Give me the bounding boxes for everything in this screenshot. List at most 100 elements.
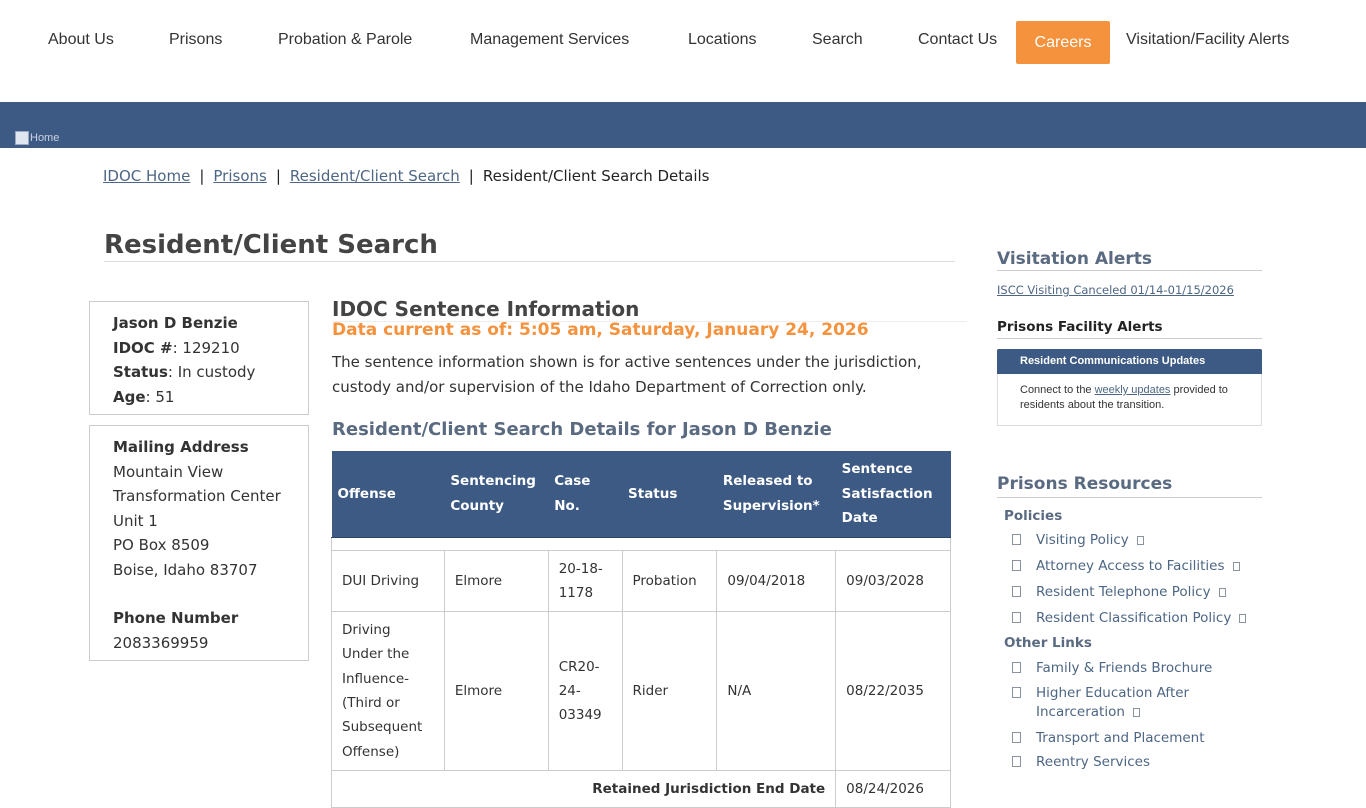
document-icon bbox=[1012, 560, 1021, 571]
resident-telephone-policy-link[interactable]: Resident Telephone Policy bbox=[1012, 583, 1262, 602]
cell-case-no: CR20-24-03349 bbox=[547, 611, 623, 771]
column-header-sentence-satisfaction-date: Sentence Satisfaction Date bbox=[835, 451, 951, 538]
address-line: PO Box 8509 bbox=[113, 536, 210, 554]
document-icon bbox=[1012, 534, 1021, 545]
prisons-resources-heading: Prisons Resources bbox=[997, 474, 1262, 498]
resource-link-label: Family & Friends Brochure bbox=[1036, 660, 1213, 676]
cell-status: Rider bbox=[621, 611, 718, 771]
retained-jurisdiction-date: 08/24/2026 bbox=[835, 769, 951, 808]
person-name: Jason D Benzie bbox=[113, 314, 238, 332]
column-header-sentencing-county: Sentencing County bbox=[444, 451, 549, 538]
home-logo-link[interactable]: Home bbox=[15, 131, 59, 145]
nav-about-us[interactable]: About Us bbox=[48, 31, 114, 49]
resource-link-label: Resident Classification Policy bbox=[1036, 610, 1232, 626]
document-icon bbox=[1012, 612, 1021, 623]
resource-link-label: Attorney Access to Facilities bbox=[1036, 558, 1225, 574]
search-details-title: Resident/Client Search Details for Jason… bbox=[332, 419, 832, 440]
mailing-address-box: Mailing Address Mountain View Transforma… bbox=[89, 425, 309, 661]
policies-group-label: Policies bbox=[1004, 508, 1063, 524]
resource-link-label: Resident Telephone Policy bbox=[1036, 584, 1211, 600]
cell-county: Elmore bbox=[443, 549, 549, 613]
other-links-group-label: Other Links bbox=[1004, 635, 1092, 651]
column-header-status: Status bbox=[622, 451, 717, 538]
resident-communications-body: Connect to the weekly updates provided t… bbox=[998, 374, 1261, 413]
table-row: Driving Under the Influence-(Third or Su… bbox=[331, 611, 951, 771]
document-icon bbox=[1012, 687, 1021, 698]
nav-probation-parole[interactable]: Probation & Parole bbox=[278, 31, 412, 49]
cell-offense: DUI Driving bbox=[331, 549, 445, 613]
retained-jurisdiction-row: Retained Jurisdiction End Date 08/24/202… bbox=[330, 769, 951, 808]
nav-search[interactable]: Search bbox=[812, 31, 863, 49]
table-spacer-row bbox=[331, 536, 951, 551]
resident-communications-header[interactable]: Resident Communications Updates bbox=[997, 349, 1262, 374]
external-link-icon bbox=[1232, 562, 1240, 571]
phone-number-value: 2083369959 bbox=[113, 633, 209, 652]
phone-number-label: Phone Number bbox=[113, 609, 239, 627]
top-navigation: About Us Prisons Probation & Parole Mana… bbox=[0, 0, 1366, 102]
column-header-released-to-supervision: Released to Supervision* bbox=[716, 451, 836, 538]
document-icon bbox=[1012, 586, 1021, 597]
cell-offense: Driving Under the Influence-(Third or Su… bbox=[331, 611, 445, 771]
cell-county: Elmore bbox=[443, 611, 549, 771]
cell-satisfaction-date: 08/22/2035 bbox=[835, 611, 951, 771]
cell-released: 09/04/2018 bbox=[716, 549, 837, 613]
breadcrumb-separator: | bbox=[275, 167, 281, 185]
address-line: Mountain View bbox=[113, 462, 224, 481]
external-link-icon bbox=[1136, 536, 1144, 545]
transport-placement-link[interactable]: Transport and Placement bbox=[1012, 729, 1262, 748]
resource-link-label: Higher Education After Incarceration bbox=[1036, 685, 1190, 720]
breadcrumb-resident-client-search[interactable]: Resident/Client Search bbox=[290, 167, 460, 185]
nav-locations[interactable]: Locations bbox=[688, 31, 757, 49]
resource-link-label: Visiting Policy bbox=[1036, 532, 1129, 548]
breadcrumb: IDOC Home | Prisons | Resident/Client Search… bbox=[103, 167, 710, 185]
reentry-services-link[interactable]: Reentry Services bbox=[1012, 753, 1262, 772]
age-label: Age bbox=[113, 387, 146, 406]
status-value: In custody bbox=[177, 363, 256, 381]
attorney-access-link[interactable]: Attorney Access to Facilities bbox=[1012, 557, 1262, 576]
facility-alerts-heading: Prisons Facility Alerts bbox=[997, 319, 1262, 339]
broken-image-icon bbox=[15, 131, 29, 145]
idoc-number-label: IDOC # bbox=[113, 338, 173, 357]
cell-released: N/A bbox=[716, 611, 837, 771]
sentence-description: The sentence information shown is for ac… bbox=[332, 353, 922, 396]
address-line: Boise, Idaho 83707 bbox=[113, 560, 258, 579]
visiting-policy-link[interactable]: Visiting Policy bbox=[1012, 531, 1262, 550]
external-link-icon bbox=[1218, 588, 1226, 597]
mailing-address-label: Mailing Address bbox=[113, 438, 249, 456]
nav-prisons[interactable]: Prisons bbox=[169, 31, 222, 49]
age-value: 51 bbox=[155, 387, 175, 406]
breadcrumb-prisons[interactable]: Prisons bbox=[213, 167, 266, 185]
nav-contact-us[interactable]: Contact Us bbox=[918, 31, 997, 49]
column-header-case-no: Case No. bbox=[548, 451, 623, 538]
retained-jurisdiction-label: Retained Jurisdiction End Date bbox=[330, 769, 837, 808]
breadcrumb-current: Resident/Client Search Details bbox=[482, 167, 710, 185]
address-line: Transformation Center bbox=[113, 487, 281, 505]
resident-communications-card: Resident Communications Updates Connect … bbox=[997, 349, 1262, 426]
header-banner bbox=[0, 102, 1366, 148]
family-friends-brochure-link[interactable]: Family & Friends Brochure bbox=[1012, 659, 1262, 678]
iscc-visiting-canceled-link[interactable]: ISCC Visiting Canceled 01/14-01/15/2026 bbox=[997, 283, 1234, 297]
status-label: Status bbox=[113, 363, 168, 381]
breadcrumb-separator: | bbox=[468, 167, 474, 185]
idoc-number-value: 129210 bbox=[182, 338, 240, 357]
nav-management-services[interactable]: Management Services bbox=[470, 31, 629, 49]
alert-text-before: Connect to the bbox=[1020, 384, 1095, 396]
document-icon bbox=[1012, 756, 1021, 767]
home-image-alt-text: Home bbox=[30, 132, 60, 144]
table-header-row: Offense Sentencing County Case No. Statu… bbox=[331, 451, 951, 538]
data-current-timestamp: Data current as of: 5:05 am, Saturday, J… bbox=[332, 320, 869, 340]
external-link-icon bbox=[1239, 614, 1247, 623]
resource-link-label: Transport and Placement bbox=[1036, 730, 1205, 746]
document-icon bbox=[1012, 732, 1021, 743]
address-line: Unit 1 bbox=[113, 511, 158, 530]
visitation-alerts-heading: Visitation Alerts bbox=[997, 249, 1262, 271]
sentence-table: Offense Sentencing County Case No. Statu… bbox=[330, 451, 951, 808]
cell-satisfaction-date: 09/03/2028 bbox=[835, 549, 951, 613]
higher-education-link[interactable]: Higher Education After Incarceration bbox=[1012, 684, 1212, 722]
breadcrumb-separator: | bbox=[199, 167, 205, 185]
resident-classification-policy-link[interactable]: Resident Classification Policy bbox=[1012, 609, 1262, 628]
breadcrumb-idoc-home[interactable]: IDOC Home bbox=[103, 167, 190, 185]
weekly-updates-link[interactable]: weekly updates bbox=[1095, 384, 1171, 396]
careers-button[interactable]: Careers bbox=[1016, 21, 1110, 64]
nav-visitation-facility-alerts[interactable]: Visitation/Facility Alerts bbox=[1126, 31, 1289, 49]
